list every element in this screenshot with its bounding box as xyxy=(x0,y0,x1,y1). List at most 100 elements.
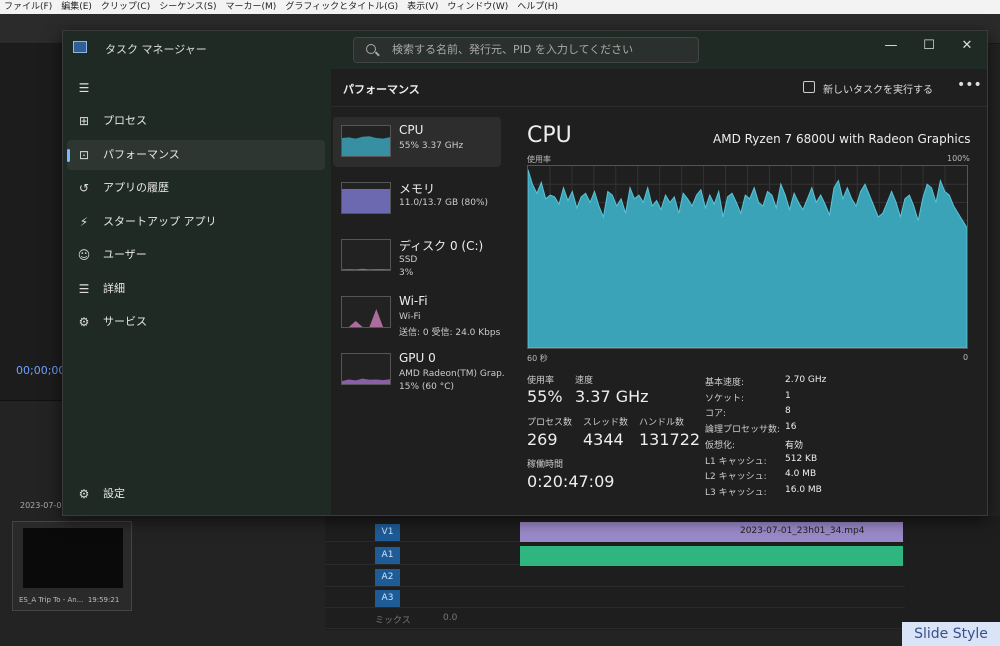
sidebar-item-label: パフォーマンス xyxy=(103,147,180,161)
audio-clip[interactable] xyxy=(520,546,903,566)
menu-item[interactable]: クリップ(C) xyxy=(101,2,150,12)
mix-label: ミックス xyxy=(375,616,411,626)
thread-count-label: スレッド数 xyxy=(583,418,629,428)
sidebar-item-app-history[interactable]: ↺ アプリの履歴 xyxy=(67,173,325,203)
video-clip[interactable]: 2023-07-01_23h01_34.mp4 xyxy=(520,522,903,542)
startup-icon: ⚡ xyxy=(79,214,89,229)
sparkline-area xyxy=(342,136,390,156)
sidebar-item-label: スタートアップ アプリ xyxy=(103,214,217,228)
menu-item[interactable]: 編集(E) xyxy=(61,2,92,12)
minimize-button[interactable]: — xyxy=(871,35,911,57)
page-title: パフォーマンス xyxy=(343,83,420,96)
timeline-panel: V1 A1 A2 A3 ミックス 0.0 2023-07-01_23h01_34… xyxy=(325,516,1000,630)
track-label[interactable]: A3 xyxy=(375,590,400,607)
sparkline-area xyxy=(342,378,390,384)
graph-usage-label: 使用率 xyxy=(527,155,551,164)
menu-item[interactable]: ウィンドウ(W) xyxy=(447,2,508,12)
hamburger-icon: ☰ xyxy=(78,81,90,95)
spec-value: 有効 xyxy=(785,440,804,451)
spec-value: 16.0 MB xyxy=(785,484,822,495)
speed-label: 速度 xyxy=(575,376,594,386)
new-task-icon xyxy=(803,81,815,93)
graph-time-label: 60 秒 xyxy=(527,354,548,363)
search-placeholder: 検索する名前、発行元、PID を入力してください xyxy=(392,43,634,56)
sidebar-item-processes[interactable]: ⊞ プロセス xyxy=(67,106,325,136)
sidebar-item-startup[interactable]: ⚡ スタートアップ アプリ xyxy=(67,207,325,237)
maximize-button[interactable]: ☐ xyxy=(909,35,949,57)
menu-item[interactable]: マーカー(M) xyxy=(226,2,277,12)
clip-thumbnail[interactable]: ES_A Trip To - An... 19:59:21 xyxy=(12,521,132,611)
usage-label: 使用率 xyxy=(527,376,555,386)
spec-label: ソケット: xyxy=(705,393,745,404)
search-input[interactable]: 検索する名前、発行元、PID を入力してください xyxy=(353,37,699,63)
device-list: CPU 55% 3.37 GHz メモリ 11.0/13.7 GB (80%) ディスク… xyxy=(331,117,507,407)
device-card-0[interactable]: CPU 55% 3.37 GHz xyxy=(333,117,501,167)
menu-item[interactable]: ファイル(F) xyxy=(4,2,52,12)
device-card-4[interactable]: GPU 0 AMD Radeon(TM) Grap. 15% (60 °C) xyxy=(333,345,505,395)
device-card-1[interactable]: メモリ 11.0/13.7 GB (80%) xyxy=(333,174,501,224)
search-icon xyxy=(366,44,376,54)
track-label[interactable]: V1 xyxy=(375,524,400,541)
sidebar-item-services[interactable]: ⚙ サービス xyxy=(67,307,325,337)
sidebar-item-settings[interactable]: ⚙ 設定 xyxy=(67,479,325,509)
menu-item[interactable]: シーケンス(S) xyxy=(159,2,216,12)
device-name: GPU 0 xyxy=(399,351,436,365)
app-history-icon: ↺ xyxy=(78,181,90,195)
device-name: ディスク 0 (C:) xyxy=(399,239,484,253)
sidebar-item-label: サービス xyxy=(103,315,147,328)
spec-value: 16 xyxy=(785,422,797,433)
sparkline-area xyxy=(342,189,390,213)
processes-icon: ⊞ xyxy=(78,114,90,128)
window-title: タスク マネージャー xyxy=(105,43,207,56)
menu-item[interactable]: ヘルプ(H) xyxy=(517,2,558,12)
track-label[interactable]: A1 xyxy=(375,547,400,564)
clip-thumbnail-label: ES_A Trip To - An... 19:59:21 xyxy=(19,596,119,604)
menu-item[interactable]: 表示(V) xyxy=(407,2,438,12)
device-card-2[interactable]: ディスク 0 (C:) SSD 3% xyxy=(333,231,501,281)
track-label[interactable]: A2 xyxy=(375,569,400,586)
source-timecode: 00;00;00 xyxy=(16,364,66,377)
spec-label: 仮想化: xyxy=(705,440,736,451)
process-count-value: 269 xyxy=(527,430,558,449)
graph-zero-label: 0 xyxy=(963,353,969,362)
task-manager-window: タスク マネージャー 検索する名前、発行元、PID を入力してください — ☐ … xyxy=(62,30,988,516)
sidebar-item-users[interactable]: ☺ ユーザー xyxy=(67,240,325,270)
mix-value[interactable]: 0.0 xyxy=(443,613,457,623)
device-card-3[interactable]: Wi-Fi Wi-Fi 送信: 0 受信: 24.0 Kbps xyxy=(333,288,501,338)
project-toolbar xyxy=(0,626,290,646)
details-icon: ☰ xyxy=(78,281,90,296)
cpu-graph-svg xyxy=(527,166,968,349)
more-options-button[interactable]: ••• xyxy=(957,77,982,93)
uptime-value: 0:20:47:09 xyxy=(527,472,615,491)
clip-thumbnail-duration: 19:59:21 xyxy=(87,596,120,604)
handle-count-label: ハンドル数 xyxy=(639,418,685,428)
spec-label: L3 キャッシュ: xyxy=(705,487,767,498)
sidebar-item-details[interactable]: ☰ 詳細 xyxy=(67,274,325,304)
device-detail: Wi-Fi xyxy=(399,312,421,322)
run-new-task-label: 新しいタスクを実行する xyxy=(823,85,933,96)
cpu-model: AMD Ryzen 7 6800U with Radeon Graphics xyxy=(713,132,971,146)
spec-label: L2 キャッシュ: xyxy=(705,472,767,483)
close-button[interactable]: ✕ xyxy=(947,35,987,57)
device-sparkline xyxy=(341,125,391,157)
speed-value: 3.37 GHz xyxy=(575,387,649,406)
spec-value: 512 KB xyxy=(785,453,818,464)
sidebar-item-performance[interactable]: ⊡ パフォーマンス xyxy=(67,139,325,170)
handle-count-value: 131722 xyxy=(639,430,701,449)
run-new-task-button[interactable]: 新しいタスクを実行する xyxy=(803,81,933,96)
hamburger-menu-button[interactable]: ☰ xyxy=(67,73,325,103)
spec-value: 2.70 GHz xyxy=(785,375,827,385)
spec-label: 基本速度: xyxy=(705,378,745,388)
usage-value: 55% xyxy=(527,387,563,406)
menu-item[interactable]: グラフィックとタイトル(G) xyxy=(285,2,398,12)
task-manager-icon xyxy=(73,41,87,53)
sidebar-item-label: アプリの履歴 xyxy=(103,181,169,194)
cpu-usage-graph xyxy=(527,165,968,349)
services-icon: ⚙ xyxy=(78,315,90,329)
device-detail: AMD Radeon(TM) Grap. xyxy=(399,369,505,379)
track-mix: ミックス 0.0 xyxy=(325,609,905,629)
spec-value: 4.0 MB xyxy=(785,469,817,480)
cpu-title: CPU xyxy=(527,123,572,148)
clip-date: 2023-07-0 xyxy=(20,501,62,510)
page-header: パフォーマンス 新しいタスクを実行する ••• xyxy=(331,69,987,107)
